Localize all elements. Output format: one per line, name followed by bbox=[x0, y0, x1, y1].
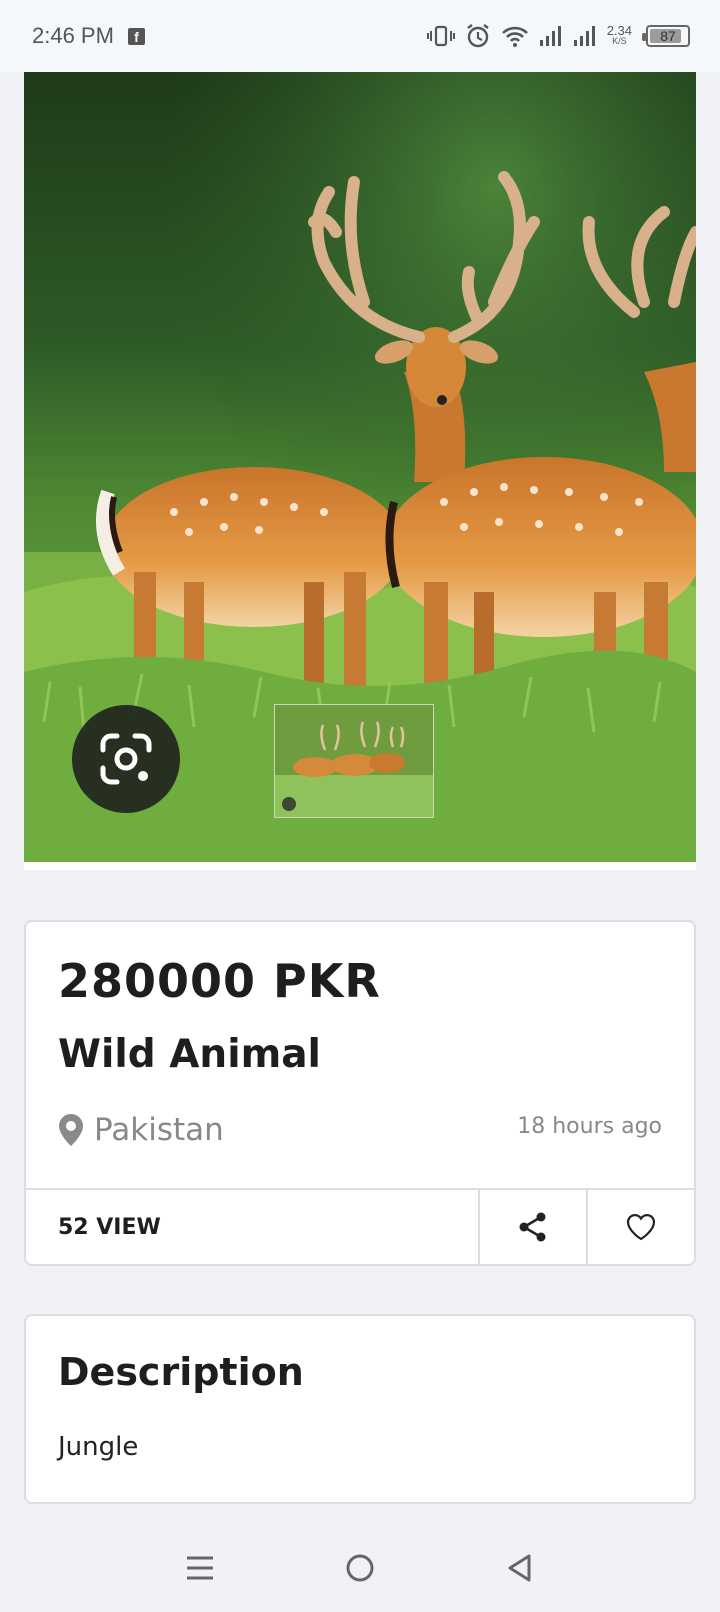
description-heading: Description bbox=[58, 1350, 304, 1394]
share-button[interactable] bbox=[478, 1190, 586, 1264]
home-button[interactable] bbox=[330, 1538, 390, 1598]
status-left: 2:46 PM f bbox=[32, 23, 145, 49]
listing-info-card: 280000 PKR Wild Animal Pakistan 18 hours… bbox=[24, 920, 696, 1266]
network-speed-value: 2.34 bbox=[606, 23, 632, 38]
listing-photo[interactable] bbox=[24, 72, 696, 862]
google-lens-icon bbox=[100, 733, 152, 785]
listing-location: Pakistan bbox=[58, 1112, 224, 1148]
heart-icon bbox=[626, 1214, 656, 1241]
menu-icon bbox=[187, 1556, 213, 1580]
signal-icon bbox=[573, 26, 595, 46]
wifi-icon bbox=[501, 26, 528, 47]
back-icon bbox=[508, 1554, 531, 1582]
status-right: 2.34 K/S 87 bbox=[426, 23, 690, 49]
recents-button[interactable] bbox=[170, 1538, 230, 1598]
image-thumbnail[interactable] bbox=[274, 704, 434, 818]
description-text: Jungle bbox=[58, 1432, 139, 1462]
system-nav-bar bbox=[0, 1524, 720, 1612]
alarm-icon bbox=[466, 24, 489, 48]
visual-search-button[interactable] bbox=[72, 705, 180, 813]
network-speed: 2.34 K/S bbox=[606, 23, 632, 47]
listing-price: 280000 PKR bbox=[58, 954, 381, 1008]
photo-divider bbox=[24, 862, 696, 870]
facebook-icon: f bbox=[127, 27, 145, 45]
battery-icon: 87 bbox=[642, 25, 690, 47]
favorite-button[interactable] bbox=[586, 1190, 694, 1264]
thumbnail-lens-icon bbox=[282, 797, 296, 811]
home-icon bbox=[346, 1554, 374, 1582]
thumbnail-image bbox=[275, 705, 433, 817]
network-speed-unit: K/S bbox=[612, 36, 627, 46]
back-button[interactable] bbox=[490, 1538, 550, 1598]
location-text: Pakistan bbox=[94, 1112, 224, 1148]
signal-icon bbox=[539, 26, 561, 46]
listing-title: Wild Animal bbox=[58, 1032, 321, 1077]
location-pin-icon bbox=[59, 1114, 83, 1146]
status-time: 2:46 PM bbox=[32, 23, 114, 48]
posted-time: 18 hours ago bbox=[517, 1114, 662, 1139]
battery-level: 87 bbox=[660, 28, 676, 44]
vibrate-icon bbox=[426, 25, 455, 47]
listing-actions: 52 VIEW bbox=[26, 1188, 694, 1264]
view-count: 52 VIEW bbox=[58, 1214, 161, 1240]
description-card: Description Jungle bbox=[24, 1314, 696, 1504]
share-icon bbox=[519, 1212, 546, 1242]
status-bar: 2:46 PM f 2.34 K/S 87 bbox=[0, 0, 720, 72]
